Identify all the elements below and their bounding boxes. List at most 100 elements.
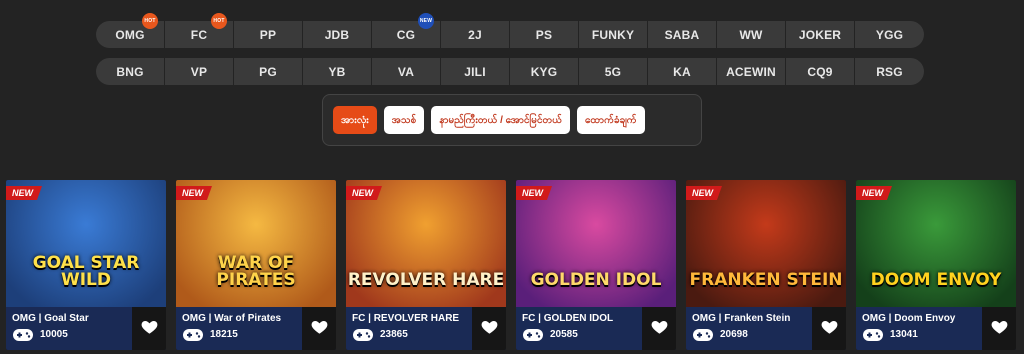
game-name: REVOLVER HARE bbox=[373, 313, 460, 324]
provider-button-va[interactable]: VA bbox=[372, 58, 441, 85]
provider-label: PS bbox=[535, 27, 553, 42]
gamepad-icon bbox=[862, 328, 884, 342]
game-name: War of Pirates bbox=[214, 313, 282, 324]
provider-button-joker[interactable]: JOKER bbox=[786, 21, 855, 48]
separator: | bbox=[885, 313, 895, 324]
provider-button-5g[interactable]: 5G bbox=[579, 58, 648, 85]
provider-label: YGG bbox=[875, 27, 904, 42]
heart-icon bbox=[480, 317, 499, 341]
play-count: 10005 bbox=[40, 329, 68, 340]
game-card[interactable]: GOLDEN IDOL NEW FC | GOLDEN IDOL 20585 bbox=[516, 180, 676, 350]
game-provider: OMG bbox=[692, 313, 716, 324]
provider-label: JILI bbox=[464, 64, 486, 79]
provider-button-bng[interactable]: BNG bbox=[96, 58, 165, 85]
gamepad-icon bbox=[12, 328, 34, 342]
provider-label: RSG bbox=[876, 64, 903, 79]
separator: | bbox=[205, 313, 215, 324]
game-art-title: WAR OF PIRATES bbox=[216, 253, 296, 290]
provider-button-rsg[interactable]: RSG bbox=[855, 58, 924, 85]
game-name: GOLDEN IDOL bbox=[543, 313, 614, 324]
provider-label: CQ9 bbox=[807, 64, 833, 79]
provider-button-jili[interactable]: JILI bbox=[441, 58, 510, 85]
provider-label: FUNKY bbox=[591, 27, 635, 42]
game-card[interactable]: REVOLVER HARE NEW FC | REVOLVER HARE 23865 bbox=[346, 180, 506, 350]
provider-button-acewin[interactable]: ACEWIN bbox=[717, 58, 786, 85]
provider-button-ka[interactable]: KA bbox=[648, 58, 717, 85]
provider-button-omg[interactable]: OMG HOT bbox=[96, 13, 165, 48]
game-title: FC | REVOLVER HARE bbox=[352, 313, 459, 324]
provider-button-saba[interactable]: SABA bbox=[648, 21, 717, 48]
provider-label: OMG bbox=[115, 27, 145, 42]
favorite-button[interactable] bbox=[982, 307, 1016, 350]
new-badge: NEW bbox=[6, 186, 42, 200]
provider-button-pp[interactable]: PP bbox=[234, 21, 303, 48]
provider-button-vp[interactable]: VP bbox=[165, 58, 234, 85]
separator: | bbox=[35, 313, 45, 324]
heart-icon bbox=[820, 317, 839, 341]
provider-button-ygg[interactable]: YGG bbox=[855, 21, 924, 48]
game-art-title: GOAL STAR WILD bbox=[32, 253, 140, 290]
gamepad-icon bbox=[522, 328, 544, 342]
provider-button-ps[interactable]: PS bbox=[510, 21, 579, 48]
gamepad-icon bbox=[352, 328, 374, 342]
provider-button-funky[interactable]: FUNKY bbox=[579, 21, 648, 48]
category-tab-3[interactable]: ထောက်ခံချက် bbox=[576, 106, 645, 134]
favorite-button[interactable] bbox=[132, 307, 166, 350]
gamepad-icon bbox=[182, 328, 204, 342]
game-art-title: GOLDEN IDOL bbox=[530, 270, 662, 290]
game-grid: GOAL STAR WILD NEW OMG | Goal Star 10005 WAR… bbox=[6, 180, 1016, 350]
heart-icon bbox=[650, 317, 669, 341]
game-provider: OMG bbox=[862, 313, 886, 324]
provider-label: 5G bbox=[604, 64, 622, 79]
hot-badge: HOT bbox=[211, 13, 227, 29]
play-count: 20585 bbox=[550, 329, 578, 340]
provider-button-ww[interactable]: WW bbox=[717, 21, 786, 48]
new-badge: NEW bbox=[686, 186, 722, 200]
favorite-button[interactable] bbox=[302, 307, 336, 350]
game-card[interactable]: DOOM ENVOY NEW OMG | Doom Envoy 13041 bbox=[856, 180, 1016, 350]
provider-button-cg[interactable]: CG NEW bbox=[372, 13, 441, 48]
provider-label: FC bbox=[190, 27, 208, 42]
provider-button-2j[interactable]: 2J bbox=[441, 21, 510, 48]
provider-label: CG bbox=[396, 27, 416, 42]
provider-button-yb[interactable]: YB bbox=[303, 58, 372, 85]
play-count: 20698 bbox=[720, 329, 748, 340]
provider-label: ACEWIN bbox=[726, 64, 776, 79]
category-tab-0[interactable]: အားလုံး bbox=[333, 106, 377, 134]
provider-label: JOKER bbox=[798, 27, 842, 42]
game-title: OMG | Doom Envoy bbox=[862, 313, 955, 324]
provider-button-cq9[interactable]: CQ9 bbox=[786, 58, 855, 85]
play-count: 23865 bbox=[380, 329, 408, 340]
favorite-button[interactable] bbox=[812, 307, 846, 350]
game-card[interactable]: WAR OF PIRATES NEW OMG | War of Pirates 182… bbox=[176, 180, 336, 350]
game-name: Franken Stein bbox=[724, 313, 791, 324]
provider-button-pg[interactable]: PG bbox=[234, 58, 303, 85]
provider-label: BNG bbox=[116, 64, 144, 79]
category-tab-2[interactable]: နာမည်ကြီးတယ် / အောင်မြင်တယ် bbox=[431, 106, 570, 134]
game-provider: FC bbox=[522, 313, 536, 324]
provider-label: KA bbox=[673, 64, 691, 79]
play-count: 13041 bbox=[890, 329, 918, 340]
provider-label: PG bbox=[259, 64, 277, 79]
new-badge: NEW bbox=[516, 186, 552, 200]
provider-label: KYG bbox=[530, 64, 558, 79]
provider-label: VA bbox=[397, 64, 415, 79]
category-filter: အားလုံး အသစ် နာမည်ကြီးတယ် / အောင်မြင်တယ် ထေ… bbox=[322, 94, 702, 146]
provider-button-jdb[interactable]: JDB bbox=[303, 21, 372, 48]
game-card[interactable]: FRANKEN STEIN NEW OMG | Franken Stein 20698 bbox=[686, 180, 846, 350]
heart-icon bbox=[310, 317, 329, 341]
provider-label: PP bbox=[259, 27, 277, 42]
game-card[interactable]: GOAL STAR WILD NEW OMG | Goal Star 10005 bbox=[6, 180, 166, 350]
category-tab-1[interactable]: အသစ် bbox=[383, 106, 425, 134]
provider-button-kyg[interactable]: KYG bbox=[510, 58, 579, 85]
game-name: Doom Envoy bbox=[894, 313, 956, 324]
provider-row-2: BNG VP PG YB VA JILI KYG 5G KA ACEWIN CQ9 RSG bbox=[96, 58, 924, 85]
favorite-button[interactable] bbox=[472, 307, 506, 350]
heart-icon bbox=[990, 317, 1009, 341]
new-badge: NEW bbox=[856, 186, 892, 200]
new-badge: NEW bbox=[346, 186, 382, 200]
provider-label: JDB bbox=[324, 27, 350, 42]
heart-icon bbox=[140, 317, 159, 341]
favorite-button[interactable] bbox=[642, 307, 676, 350]
provider-button-fc[interactable]: FC HOT bbox=[165, 13, 234, 48]
